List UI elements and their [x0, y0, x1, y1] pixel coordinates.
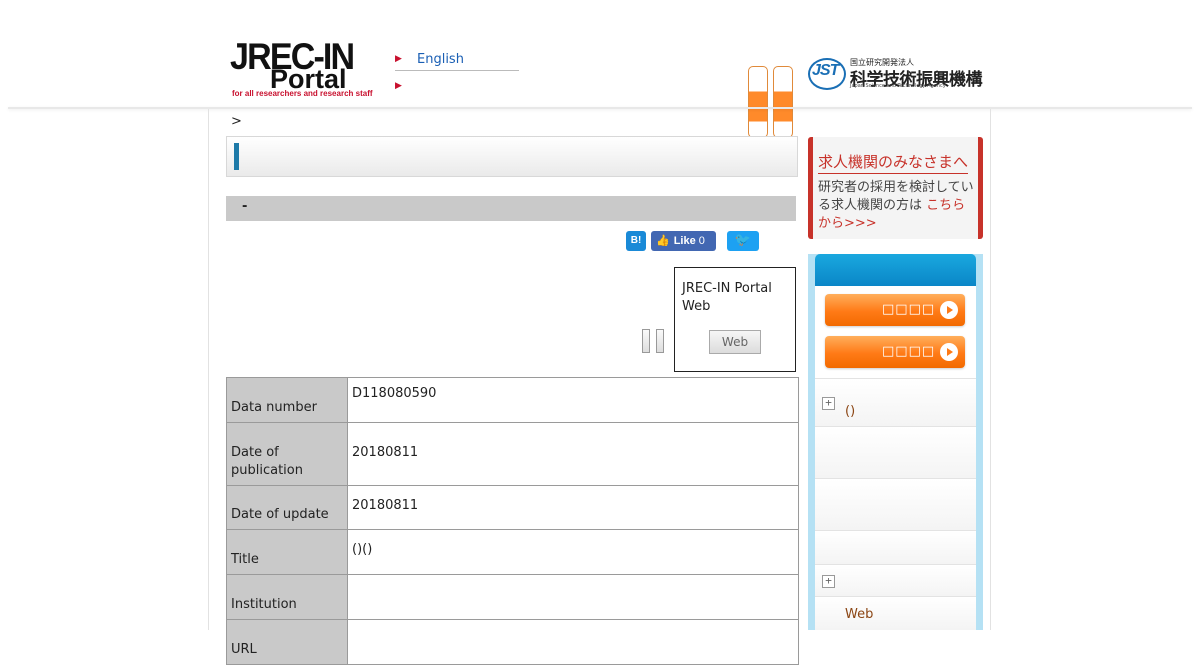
web-box-text: JREC-IN Portal Web	[682, 280, 772, 316]
web-application-box: JREC-IN Portal Web Web	[674, 267, 796, 372]
site-header: JREC-IN Portal for all researchers and r…	[0, 0, 1200, 108]
recruiter-banner[interactable]: 求人機関のみなさまへ 研究者の採用を検討している求人機関の方は こちらから>>>	[808, 137, 983, 239]
sidebar-item-3[interactable]	[815, 479, 976, 530]
row-label: URL	[226, 619, 348, 665]
lang-item-english[interactable]: ▶ English	[395, 48, 519, 71]
web-apply-button[interactable]: Web	[709, 330, 761, 354]
triangle-right-icon: ▶	[395, 81, 402, 91]
row-label: Date of update	[226, 485, 348, 530]
row-value	[347, 574, 799, 620]
jst-english-name: Japan Science and Technology Agency	[850, 83, 946, 89]
facebook-like-button[interactable]: 👍 Like 0	[651, 231, 716, 251]
like-label: Like	[673, 235, 696, 247]
sidebar-item-5[interactable]: +	[815, 565, 976, 596]
row-label: Title	[226, 529, 348, 575]
arrow-right-circle-icon	[940, 301, 958, 319]
sidebar-item-web-label: Web	[845, 607, 874, 622]
jst-logo[interactable]: JST 国立研究開発法人 科学技術振興機構 Japan Science and …	[808, 54, 983, 94]
header-divider	[8, 107, 1192, 109]
twitter-button[interactable]: 🐦	[727, 231, 759, 251]
table-row: URL	[226, 619, 799, 665]
web-box-line1: JREC-IN Portal	[682, 281, 772, 296]
table-row: Data number D118080590	[226, 377, 799, 423]
frame-border-right	[990, 109, 991, 630]
arrow-right-circle-icon	[940, 343, 958, 361]
sidebar-item-1-label: ()	[845, 404, 856, 419]
job-info-table: Data number D118080590 Date of publicati…	[226, 377, 799, 665]
row-value	[347, 619, 799, 665]
lang-item-japanese[interactable]: ▶	[395, 75, 519, 97]
sidebar-item-2[interactable]	[815, 427, 976, 478]
triangle-right-icon: ▶	[395, 54, 402, 64]
small-button-1[interactable]	[642, 329, 650, 353]
plus-icon: +	[822, 397, 835, 410]
row-value: ()()	[347, 529, 799, 575]
small-button-2[interactable]	[656, 329, 664, 353]
row-label: Institution	[226, 574, 348, 620]
button-label: □□□□	[882, 344, 936, 359]
language-menu: ▶ English ▶	[395, 48, 519, 97]
frame-border-left	[208, 109, 209, 630]
recruiter-text: 研究者の採用を検討している求人機関の方は こちらから>>>	[818, 179, 976, 233]
english-link[interactable]: English	[417, 52, 464, 67]
like-count: 0	[698, 235, 705, 247]
sidebar-item-4[interactable]	[815, 531, 976, 564]
page-title-box	[226, 136, 798, 177]
breadcrumb[interactable]: >	[231, 114, 242, 129]
recruiter-heading: 求人機関のみなさまへ	[818, 151, 969, 174]
table-row: Title ()()	[226, 529, 799, 575]
thumbs-up-icon: 👍	[656, 235, 670, 247]
font-size-toggle-large[interactable]	[773, 66, 793, 138]
hatena-bookmark-button[interactable]: B!	[626, 231, 646, 251]
title-accent-bar	[234, 143, 239, 170]
sidebar-item-1[interactable]: + ()	[815, 379, 976, 426]
sidebar-panel-header	[815, 254, 976, 286]
row-label: Date of publication	[226, 422, 348, 486]
section-heading: -	[226, 196, 796, 221]
sidebar-orange-button-2[interactable]: □□□□	[825, 336, 965, 368]
web-box-line2: Web	[682, 299, 711, 314]
table-row: Date of publication 20180811	[226, 422, 799, 486]
section-heading-text: -	[242, 199, 248, 214]
logo-tagline: for all researchers and research staff	[232, 89, 373, 98]
row-value: 20180811	[347, 485, 799, 530]
button-label: □□□□	[882, 302, 936, 317]
row-label: Data number	[226, 377, 348, 423]
row-value: 20180811	[347, 422, 799, 486]
table-row: Institution	[226, 574, 799, 620]
twitter-bird-icon: 🐦	[734, 233, 752, 248]
sidebar-item-6[interactable]: Web	[815, 597, 976, 630]
plus-icon: +	[822, 575, 835, 588]
row-value: D118080590	[347, 377, 799, 423]
jrec-in-logo[interactable]: JREC-IN Portal for all researchers and r…	[230, 38, 380, 100]
sidebar-orange-button-1[interactable]: □□□□	[825, 294, 965, 326]
font-size-toggle-small[interactable]	[748, 66, 768, 138]
table-row: Date of update 20180811	[226, 485, 799, 530]
jst-acronym: JST	[812, 62, 839, 79]
